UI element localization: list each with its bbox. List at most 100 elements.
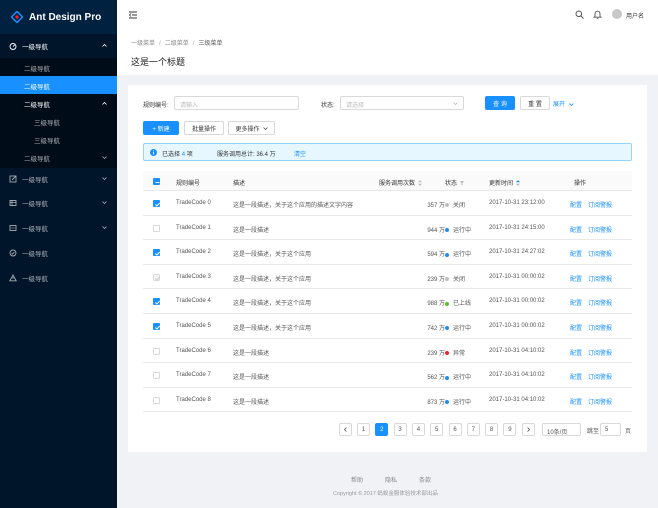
rule-number-input[interactable]: 请输入 — [174, 96, 299, 110]
table-row[interactable]: TradeCode 1 这是一段描述 944 万 运行中 2017-10-31 24:1… — [143, 216, 632, 241]
footer-link-privacy[interactable]: 隐私 — [385, 478, 397, 484]
configure-link[interactable]: 配置 — [570, 203, 582, 209]
breadcrumb-item[interactable]: 一级菜单 — [131, 41, 155, 47]
cell-action: 配置 订阅警报 — [570, 225, 618, 234]
sidebar-item[interactable]: 一级导航 — [0, 218, 117, 238]
filter-icon — [460, 181, 465, 186]
row-checkbox[interactable] — [153, 323, 161, 330]
pagination-page[interactable]: 9 — [503, 423, 517, 436]
configure-link[interactable]: 配置 — [570, 400, 582, 406]
row-checkbox[interactable] — [153, 396, 160, 404]
row-checkbox[interactable] — [153, 200, 161, 207]
status-dot — [445, 400, 449, 405]
sidebar-item[interactable]: 三级导航 — [0, 130, 117, 150]
status-select[interactable]: 请选择 — [340, 96, 464, 110]
subscribe-alert-link[interactable]: 订阅警报 — [588, 252, 612, 258]
pagination-prev-button[interactable] — [339, 423, 352, 436]
sidebar-item[interactable]: 二级导航 — [0, 76, 117, 96]
sidebar-item[interactable]: 三级导航 — [0, 112, 117, 132]
configure-link[interactable]: 配置 — [570, 375, 582, 381]
subscribe-alert-link[interactable]: 订阅警报 — [588, 228, 612, 234]
configure-link[interactable]: 配置 — [570, 351, 582, 357]
expand-link[interactable]: 展开 — [553, 99, 574, 108]
reset-button[interactable]: 重 置 — [520, 96, 550, 110]
column-header-status[interactable]: 状态 — [445, 178, 465, 187]
form-icon — [9, 175, 17, 183]
jump-suffix: 页 — [625, 429, 632, 435]
column-header-calls[interactable]: 服务调用次数 — [379, 178, 423, 187]
table-row[interactable]: TradeCode 3 这是一段描述，关于这个应用 239 万 关闭 2017-10-3… — [143, 265, 632, 290]
content-card: 规则编号: 请输入 状态: 请选择 查 询 重 置 展开 + 新建 批量操作 更… — [128, 85, 647, 452]
table-row[interactable]: TradeCode 8 这是一段描述 873 万 运行中 2017-10-31 04:1… — [143, 388, 632, 413]
subscribe-alert-link[interactable]: 订阅警报 — [588, 277, 612, 283]
table-row[interactable]: TradeCode 7 这是一段描述 562 万 运行中 2017-10-31 04:1… — [143, 363, 632, 388]
sidebar-item[interactable]: 一级导航 — [0, 243, 117, 263]
cell-status: 关闭 — [445, 274, 465, 283]
new-button[interactable]: + 新建 — [143, 121, 179, 135]
sidebar-item[interactable]: 二级导航 — [0, 94, 117, 114]
row-checkbox[interactable] — [153, 249, 161, 257]
pagination-next-button[interactable] — [522, 423, 535, 436]
logo[interactable]: Ant Design Pro — [0, 0, 117, 34]
table-row[interactable]: TradeCode 2 这是一段描述，关于这个应用 594 万 运行中 2017-10-… — [143, 240, 632, 265]
subscribe-alert-link[interactable]: 订阅警报 — [588, 375, 612, 381]
row-checkbox[interactable] — [153, 347, 160, 355]
row-checkbox[interactable] — [153, 298, 161, 306]
configure-link[interactable]: 配置 — [570, 277, 582, 283]
app-title: Ant Design Pro — [29, 11, 102, 23]
clear-link[interactable]: 清空 — [294, 149, 306, 158]
sidebar-item[interactable]: 一级导航 — [0, 169, 117, 189]
query-button[interactable]: 查 询 — [485, 96, 515, 110]
pagination-page[interactable]: 3 — [393, 423, 407, 436]
subscribe-alert-link[interactable]: 订阅警报 — [588, 203, 612, 209]
pagination-page[interactable]: 2 — [375, 423, 389, 436]
configure-link[interactable]: 配置 — [570, 228, 582, 234]
selected-suffix: 项 — [186, 152, 193, 158]
sidebar-item-label: 一级导航 — [22, 226, 48, 233]
status-dot — [445, 301, 449, 306]
menu-fold-icon[interactable] — [128, 10, 138, 20]
page-size-select[interactable]: 10条/页 — [542, 423, 581, 436]
search-icon[interactable] — [575, 10, 584, 19]
column-header-time[interactable]: 更新时间 — [489, 178, 521, 187]
subscribe-alert-link[interactable]: 订阅警报 — [588, 326, 612, 332]
cell-action: 配置 订阅警报 — [570, 249, 618, 258]
select-all-checkbox[interactable] — [153, 178, 160, 185]
subscribe-alert-link[interactable]: 订阅警报 — [588, 400, 612, 406]
table-row[interactable]: TradeCode 6 这是一段描述 239 万 异常 2017-10-31 04:10… — [143, 339, 632, 364]
cell-code: TradeCode 5 — [176, 323, 211, 329]
bell-icon[interactable] — [593, 10, 602, 19]
table-row[interactable]: TradeCode 5 这是一段描述，关于这个应用 742 万 运行中 2017-10-… — [143, 314, 632, 339]
sidebar-item[interactable]: 一级导航 — [0, 193, 117, 213]
sidebar-item[interactable]: 一级导航 — [0, 36, 117, 56]
footer-link-terms[interactable]: 条款 — [419, 478, 431, 484]
row-checkbox[interactable] — [153, 372, 160, 380]
status-label: 状态: — [321, 103, 335, 109]
sidebar-item[interactable]: 二级导航 — [0, 58, 117, 78]
subscribe-alert-link[interactable]: 订阅警报 — [588, 351, 612, 357]
pagination-page[interactable]: 5 — [430, 423, 444, 436]
batch-operation-button[interactable]: 批量操作 — [184, 121, 224, 135]
pagination-page[interactable]: 8 — [485, 423, 499, 436]
sidebar-item[interactable]: 一级导航 — [0, 268, 117, 288]
breadcrumb-item[interactable]: 二级菜单 — [165, 41, 189, 47]
configure-link[interactable]: 配置 — [570, 252, 582, 258]
pagination-page[interactable]: 4 — [411, 423, 425, 436]
chevron-down-icon — [102, 156, 107, 160]
jump-input[interactable]: 5 — [600, 423, 621, 436]
more-operations-button[interactable]: 更多操作 — [228, 121, 275, 135]
username[interactable]: 用户名 — [626, 11, 644, 20]
row-checkbox[interactable] — [153, 224, 160, 232]
table-row[interactable]: TradeCode 4 这是一段描述，关于这个应用 988 万 已上线 2017-10-… — [143, 289, 632, 314]
sidebar-item[interactable]: 二级导航 — [0, 148, 117, 168]
avatar[interactable] — [612, 9, 622, 19]
subscribe-alert-link[interactable]: 订阅警报 — [588, 301, 612, 307]
pagination-page[interactable]: 6 — [448, 423, 462, 436]
configure-link[interactable]: 配置 — [570, 301, 582, 307]
table-row[interactable]: TradeCode 0 这是一段描述，关于这个应用的描述文字内容 357 万 关闭 20… — [143, 191, 632, 216]
configure-link[interactable]: 配置 — [570, 326, 582, 332]
pagination-page[interactable]: 7 — [466, 423, 480, 436]
footer-link-help[interactable]: 帮助 — [351, 478, 363, 484]
status-text: 运行中 — [453, 375, 472, 382]
pagination-page[interactable]: 1 — [357, 423, 370, 436]
